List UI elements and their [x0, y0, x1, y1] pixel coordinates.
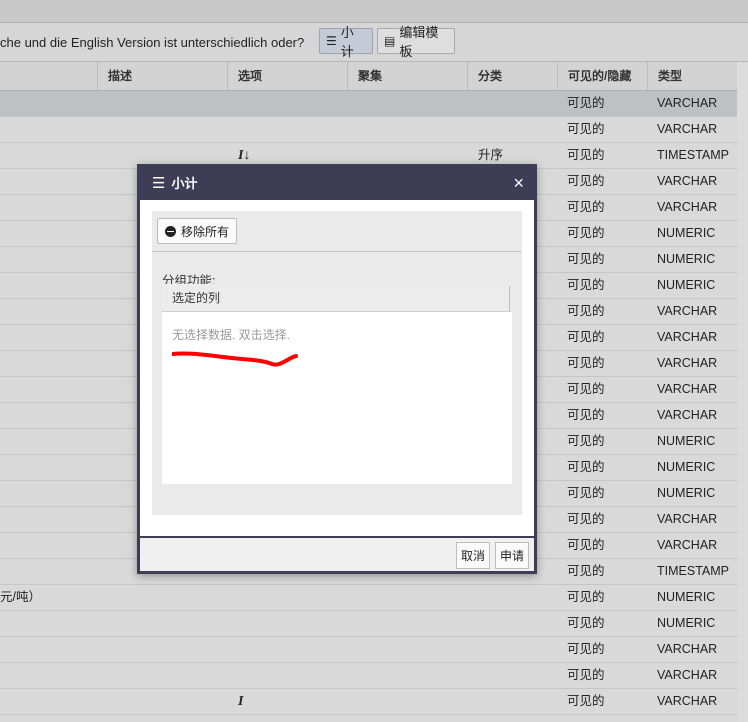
row-type: VARCHAR [657, 408, 718, 422]
subtotal-dialog: ☰ 小计 × 移除所有 分组功能: 选定的列 无选择数据. 双击选择. 取消 申… [137, 164, 537, 574]
row-visibility: 可见的 [567, 486, 605, 500]
row-visibility: 可见的 [567, 408, 605, 422]
row-visibility: 可见的 [567, 694, 605, 708]
row-visibility: 可见的 [567, 642, 605, 656]
row-type: VARCHAR [657, 538, 718, 552]
column-header-type[interactable]: 类型 [647, 62, 737, 90]
row-visibility: 可见的 [567, 278, 605, 292]
row-type: VARCHAR [657, 512, 718, 526]
row-visibility: 可见的 [567, 434, 605, 448]
row-visibility: 可见的 [567, 200, 605, 214]
remove-all-label: 移除所有 [181, 224, 230, 239]
dialog-title: ☰ 小计 [152, 167, 197, 200]
report-toolbar: che und die English Version ist untersch… [0, 23, 748, 62]
row-type: NUMERIC [657, 278, 716, 292]
dialog-title-text: 小计 [171, 176, 198, 191]
row-visibility: 可见的 [567, 668, 605, 682]
row-visibility: 可见的 [567, 590, 605, 604]
row-visibility: 可见的 [567, 356, 605, 370]
red-annotation-underline [172, 351, 298, 367]
grid-scroll-track[interactable] [737, 62, 748, 722]
row-type: NUMERIC [657, 590, 716, 604]
table-row[interactable]: 可见的 VARCHAR [0, 117, 748, 143]
row-visibility: 可见的 [567, 96, 605, 110]
row-type: VARCHAR [657, 122, 718, 136]
edit-template-button-label: 编辑模板 [399, 25, 439, 59]
column-header-visibility[interactable]: 可见的/隐藏 [557, 62, 647, 90]
dialog-body: 移除所有 分组功能: 选定的列 无选择数据. 双击选择. [152, 211, 522, 515]
row-type: TIMESTAMP [657, 564, 729, 578]
table-row[interactable]: 可见的 VARCHAR [0, 663, 748, 689]
row-visibility: 可见的 [567, 616, 605, 630]
row-visibility: 可见的 [567, 148, 605, 162]
row-type: VARCHAR [657, 330, 718, 344]
column-header-options[interactable]: 选项 [227, 62, 347, 90]
list-icon: ☰ [152, 175, 166, 192]
dialog-header: ☰ 小计 × [140, 167, 534, 200]
selected-columns-list[interactable]: 无选择数据. 双击选择. [162, 312, 512, 484]
minus-circle-icon [165, 225, 176, 237]
empty-message: 无选择数据. 双击选择. [172, 328, 291, 342]
row-type: VARCHAR [657, 382, 718, 396]
row-type: VARCHAR [657, 200, 718, 214]
table-row[interactable]: 可见的 VARCHAR [0, 91, 748, 117]
question-text: che und die English Version ist untersch… [0, 35, 305, 50]
subtotal-button-label: 小计 [340, 25, 354, 59]
row-visibility: 可见的 [567, 564, 605, 578]
row-option-marker: I [238, 694, 244, 709]
template-icon: ▤ [384, 34, 396, 48]
row-visibility: 可见的 [567, 512, 605, 526]
selected-columns-header-text: 选定的列 [172, 291, 221, 305]
table-row[interactable]: 元/吨） 可见的 NUMERIC [0, 585, 748, 611]
row-type: NUMERIC [657, 226, 716, 240]
row-type: NUMERIC [657, 486, 716, 500]
row-type: NUMERIC [657, 434, 716, 448]
grid-header: 描述 选项 聚集 分类 可见的/隐藏 类型 [0, 62, 748, 91]
row-description: 元/吨） [0, 590, 41, 604]
cancel-button[interactable]: 取消 [456, 542, 490, 569]
row-type: VARCHAR [657, 642, 718, 656]
row-visibility: 可见的 [567, 226, 605, 240]
column-resize-handle[interactable] [509, 286, 510, 312]
row-type: TIMESTAMP [657, 148, 729, 162]
row-type: NUMERIC [657, 616, 716, 630]
row-type: VARCHAR [657, 174, 718, 188]
column-header-category[interactable]: 分类 [467, 62, 557, 90]
edit-template-button[interactable]: ▤ 编辑模板 [377, 25, 455, 59]
dialog-toolbar: 移除所有 [152, 211, 522, 252]
row-type: VARCHAR [657, 694, 718, 708]
close-icon[interactable]: × [513, 167, 524, 200]
column-header-aggregate[interactable]: 聚集 [347, 62, 467, 90]
table-row[interactable]: I 可见的 VARCHAR [0, 689, 748, 715]
row-type: VARCHAR [657, 96, 718, 110]
row-type: NUMERIC [657, 460, 716, 474]
apply-button[interactable]: 申请 [495, 542, 529, 569]
list-icon: ☰ [326, 34, 337, 48]
row-type: VARCHAR [657, 668, 718, 682]
top-bar [0, 0, 748, 23]
table-row[interactable]: 可见的 NUMERIC [0, 611, 748, 637]
row-visibility: 可见的 [567, 252, 605, 266]
row-visibility: 可见的 [567, 122, 605, 136]
row-visibility: 可见的 [567, 460, 605, 474]
row-visibility: 可见的 [567, 174, 605, 188]
column-header-description[interactable]: 描述 [97, 62, 228, 90]
row-visibility: 可见的 [567, 330, 605, 344]
row-type: NUMERIC [657, 252, 716, 266]
subtotal-button[interactable]: ☰ 小计 [319, 25, 373, 59]
row-visibility: 可见的 [567, 538, 605, 552]
dialog-footer: 取消 申请 [140, 536, 534, 571]
row-visibility: 可见的 [567, 304, 605, 318]
selected-columns-header: 选定的列 [162, 284, 510, 312]
row-type: VARCHAR [657, 304, 718, 318]
row-type: VARCHAR [657, 356, 718, 370]
table-row[interactable]: 可见的 VARCHAR [0, 637, 748, 663]
row-visibility: 可见的 [567, 382, 605, 396]
remove-all-button[interactable]: 移除所有 [157, 218, 238, 244]
